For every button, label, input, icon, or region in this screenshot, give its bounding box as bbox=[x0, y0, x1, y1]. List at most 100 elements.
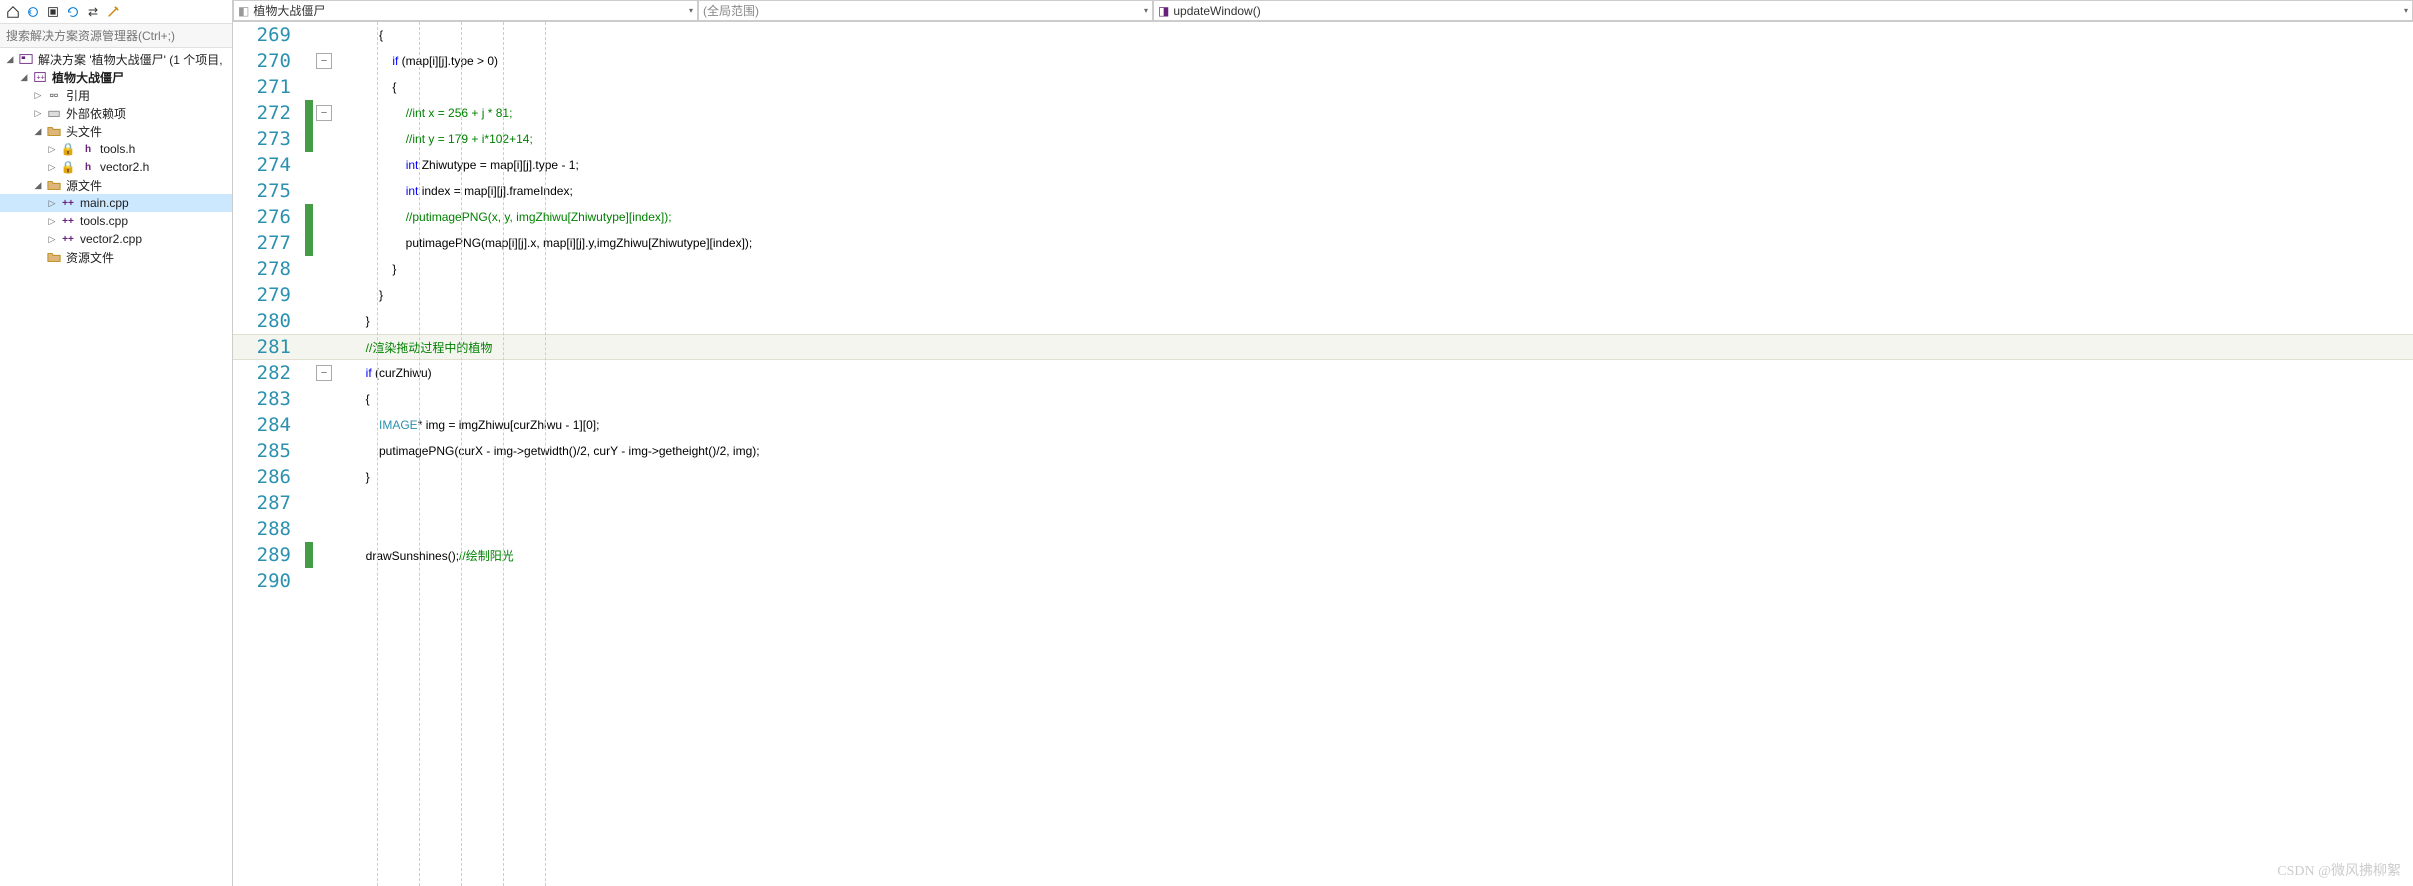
project-dropdown[interactable]: ◧ 植物大战僵尸 ▾ bbox=[233, 0, 698, 21]
code-editor[interactable]: 269 {270− if (map[i][j].type > 0)271 {27… bbox=[233, 22, 2413, 886]
headers-label: 头文件 bbox=[66, 123, 102, 140]
sync-icon[interactable] bbox=[44, 3, 62, 21]
source-file[interactable]: ▷ ++ vector2.cpp bbox=[0, 230, 232, 248]
code-text[interactable]: putimagePNG(map[i][j].x, map[i][j].y,img… bbox=[335, 236, 752, 250]
search-box[interactable] bbox=[0, 24, 232, 48]
code-line[interactable]: 287 bbox=[233, 490, 2413, 516]
collapse-icon[interactable]: ⇄ bbox=[84, 3, 102, 21]
chevron-right-icon[interactable]: ▷ bbox=[46, 215, 58, 227]
code-text[interactable]: //渲染拖动过程中的植物 bbox=[335, 339, 492, 356]
lock-icon: 🔒 bbox=[60, 141, 76, 157]
code-line[interactable]: 278 } bbox=[233, 256, 2413, 282]
chevron-right-icon[interactable]: ▷ bbox=[32, 107, 44, 119]
h-file-icon: h bbox=[80, 141, 96, 157]
code-line[interactable]: 276 //putimagePNG(x, y, imgZhiwu[Zhiwuty… bbox=[233, 204, 2413, 230]
source-file[interactable]: ▷ ++ tools.cpp bbox=[0, 212, 232, 230]
cpp-file-icon: ++ bbox=[60, 195, 76, 211]
line-number: 276 bbox=[233, 206, 305, 228]
chevron-right-icon[interactable]: ▷ bbox=[46, 197, 58, 209]
chevron-right-icon[interactable]: ▷ bbox=[46, 143, 58, 155]
fold-toggle[interactable]: − bbox=[316, 53, 332, 69]
headers-folder[interactable]: ◢ 头文件 bbox=[0, 122, 232, 140]
code-text[interactable]: int Zhiwutype = map[i][j].type - 1; bbox=[335, 158, 579, 172]
project-label: 植物大战僵尸 bbox=[52, 69, 124, 86]
code-text[interactable]: int index = map[i][j].frameIndex; bbox=[335, 184, 573, 198]
chevron-down-icon[interactable]: ◢ bbox=[18, 71, 30, 83]
external-icon bbox=[46, 105, 62, 121]
code-line[interactable]: 281 //渲染拖动过程中的植物 bbox=[233, 334, 2413, 360]
fold-toggle[interactable]: − bbox=[316, 105, 332, 121]
code-text[interactable]: } bbox=[335, 288, 383, 302]
code-text[interactable]: } bbox=[335, 262, 396, 276]
change-indicator bbox=[305, 22, 313, 48]
code-text[interactable]: } bbox=[335, 470, 370, 484]
chevron-right-icon[interactable]: ▷ bbox=[32, 89, 44, 101]
solution-tree[interactable]: ◢ 解决方案 '植物大战僵尸' (1 个项目, ◢ ++ 植物大战僵尸 ▷ ▫▫… bbox=[0, 48, 232, 886]
header-file[interactable]: ▷ 🔒 h tools.h bbox=[0, 140, 232, 158]
code-line[interactable]: 290 bbox=[233, 568, 2413, 594]
change-indicator bbox=[305, 308, 313, 334]
change-indicator bbox=[305, 542, 313, 568]
scope-dropdown[interactable]: (全局范围) ▾ bbox=[698, 0, 1153, 21]
code-line[interactable]: 280 } bbox=[233, 308, 2413, 334]
code-text[interactable]: if (curZhiwu) bbox=[335, 366, 432, 380]
code-line[interactable]: 284 IMAGE* img = imgZhiwu[curZhiwu - 1][… bbox=[233, 412, 2413, 438]
change-indicator bbox=[305, 230, 313, 256]
code-line[interactable]: 270− if (map[i][j].type > 0) bbox=[233, 48, 2413, 74]
search-input[interactable] bbox=[6, 29, 226, 43]
code-line[interactable]: 283 { bbox=[233, 386, 2413, 412]
line-number: 287 bbox=[233, 492, 305, 514]
change-indicator bbox=[305, 178, 313, 204]
code-line[interactable]: 275 int index = map[i][j].frameIndex; bbox=[233, 178, 2413, 204]
solution-node[interactable]: ◢ 解决方案 '植物大战僵尸' (1 个项目, bbox=[0, 50, 232, 68]
solution-explorer: ⇄ ◢ 解决方案 '植物大战僵尸' (1 个项目, ◢ ++ 植物大战僵尸 ▷ … bbox=[0, 0, 233, 886]
code-text[interactable]: { bbox=[335, 80, 396, 94]
chevron-down-icon[interactable]: ◢ bbox=[32, 125, 44, 137]
function-dropdown[interactable]: ◨ updateWindow() ▾ bbox=[1153, 0, 2413, 21]
cpp-file-icon: ++ bbox=[60, 213, 76, 229]
references-icon: ▫▫ bbox=[46, 87, 62, 103]
code-line[interactable]: 282− if (curZhiwu) bbox=[233, 360, 2413, 386]
change-indicator bbox=[305, 204, 313, 230]
solution-label: 解决方案 '植物大战僵尸' (1 个项目, bbox=[38, 51, 223, 68]
chevron-down-icon[interactable]: ◢ bbox=[32, 179, 44, 191]
line-number: 286 bbox=[233, 466, 305, 488]
references-label: 引用 bbox=[66, 87, 90, 104]
sources-folder[interactable]: ◢ 源文件 bbox=[0, 176, 232, 194]
code-text[interactable]: drawSunshines();//绘制阳光 bbox=[335, 547, 514, 564]
code-text[interactable]: { bbox=[335, 28, 383, 42]
code-text[interactable]: { bbox=[335, 392, 370, 406]
home-icon[interactable] bbox=[4, 3, 22, 21]
code-line[interactable]: 286 } bbox=[233, 464, 2413, 490]
code-line[interactable]: 288 bbox=[233, 516, 2413, 542]
fold-toggle[interactable]: − bbox=[316, 365, 332, 381]
external-deps-node[interactable]: ▷ 外部依赖项 bbox=[0, 104, 232, 122]
code-line[interactable]: 272− //int x = 256 + j * 81; bbox=[233, 100, 2413, 126]
code-line[interactable]: 277 putimagePNG(map[i][j].x, map[i][j].y… bbox=[233, 230, 2413, 256]
chevron-down-icon[interactable]: ◢ bbox=[4, 53, 16, 65]
code-line[interactable]: 274 int Zhiwutype = map[i][j].type - 1; bbox=[233, 152, 2413, 178]
properties-icon[interactable] bbox=[104, 3, 122, 21]
header-file[interactable]: ▷ 🔒 h vector2.h bbox=[0, 158, 232, 176]
code-line[interactable]: 271 { bbox=[233, 74, 2413, 100]
code-line[interactable]: 279 } bbox=[233, 282, 2413, 308]
code-text[interactable]: //int x = 256 + j * 81; bbox=[335, 106, 512, 120]
chevron-right-icon[interactable]: ▷ bbox=[46, 161, 58, 173]
source-file-main[interactable]: ▷ ++ main.cpp bbox=[0, 194, 232, 212]
code-text[interactable]: } bbox=[335, 314, 370, 328]
resources-folder[interactable]: ▷ 资源文件 bbox=[0, 248, 232, 266]
code-text[interactable]: IMAGE* img = imgZhiwu[curZhiwu - 1][0]; bbox=[335, 418, 599, 432]
code-text[interactable]: if (map[i][j].type > 0) bbox=[335, 54, 498, 68]
chevron-right-icon[interactable]: ▷ bbox=[46, 233, 58, 245]
code-line[interactable]: 269 { bbox=[233, 22, 2413, 48]
code-line[interactable]: 289 drawSunshines();//绘制阳光 bbox=[233, 542, 2413, 568]
refresh-icon[interactable] bbox=[64, 3, 82, 21]
code-line[interactable]: 273 //int y = 179 + i*102+14; bbox=[233, 126, 2413, 152]
code-line[interactable]: 285 putimagePNG(curX - img->getwidth()/2… bbox=[233, 438, 2413, 464]
back-icon[interactable] bbox=[24, 3, 42, 21]
change-indicator bbox=[305, 438, 313, 464]
line-number: 290 bbox=[233, 570, 305, 592]
references-node[interactable]: ▷ ▫▫ 引用 bbox=[0, 86, 232, 104]
code-text[interactable]: putimagePNG(curX - img->getwidth()/2, cu… bbox=[335, 444, 760, 458]
project-node[interactable]: ◢ ++ 植物大战僵尸 bbox=[0, 68, 232, 86]
